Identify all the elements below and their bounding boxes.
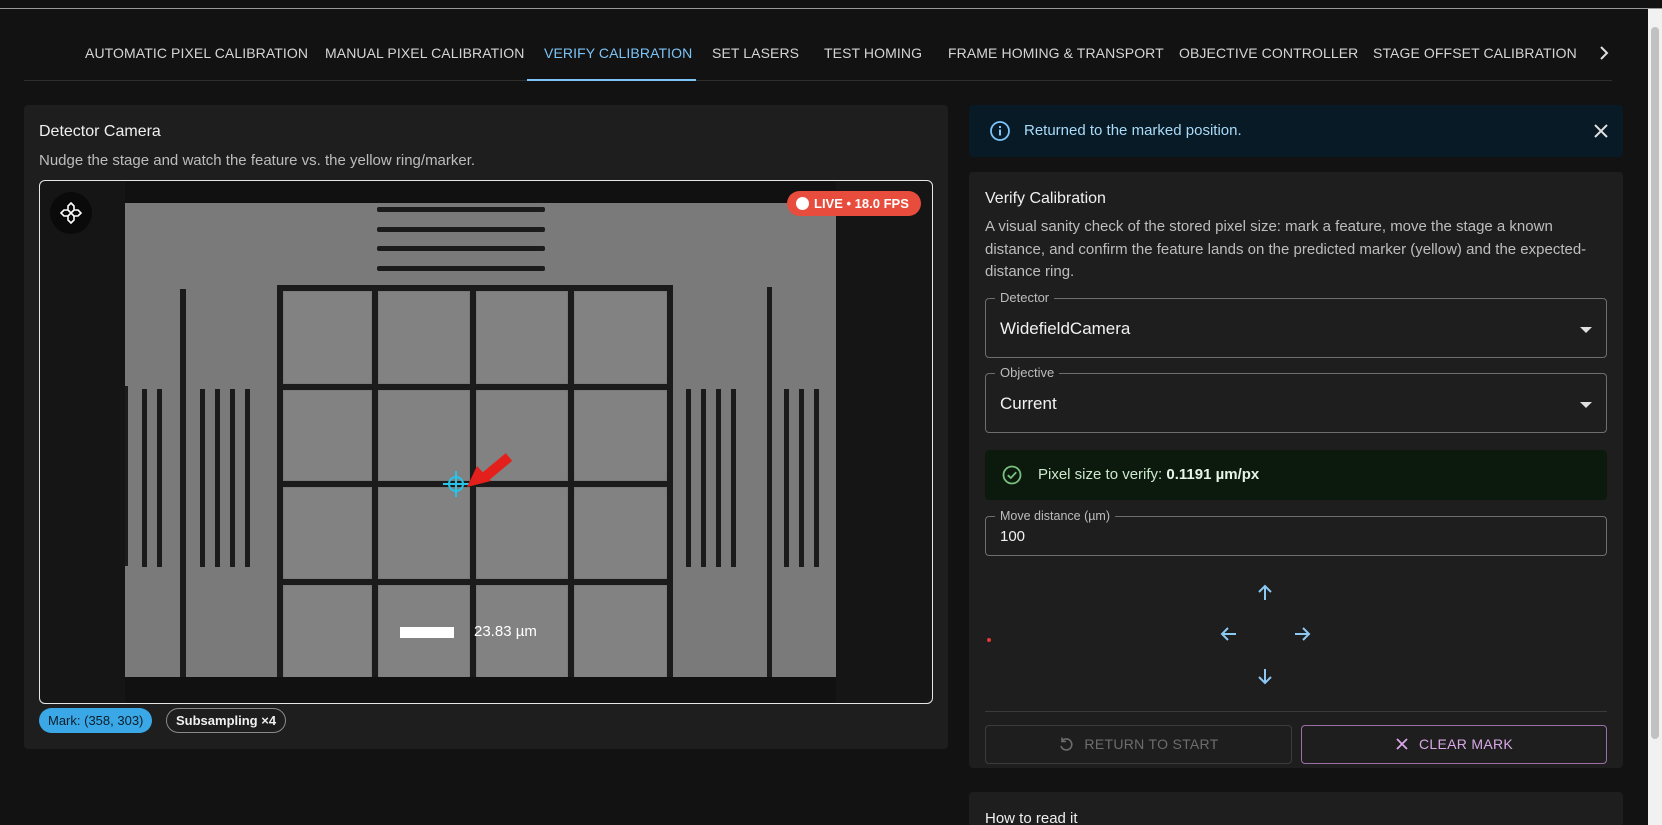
arrow-up-icon[interactable] (1252, 580, 1278, 606)
tab-automatic-pixel-calibration[interactable]: AUTOMATIC PIXEL CALIBRATION (85, 28, 308, 80)
tab-set-lasers[interactable]: SET LASERS (712, 28, 799, 80)
detector-value: WidefieldCamera (1000, 319, 1131, 338)
window-top-border (0, 8, 1662, 9)
close-icon (1396, 738, 1408, 750)
alert-message: Returned to the marked position. (1024, 122, 1242, 139)
verify-calibration-card: Verify Calibration A visual sanity check… (969, 172, 1623, 768)
how-to-read-title: How to read it (985, 810, 1078, 825)
gamepad-icon[interactable] (50, 192, 92, 234)
move-distance-value: 100 (1000, 528, 1026, 545)
arrow-right-icon[interactable] (1289, 621, 1315, 647)
tab-verify-calibration[interactable]: VERIFY CALIBRATION (544, 28, 692, 80)
panel-subtitle: Nudge the stage and watch the feature vs… (39, 152, 476, 169)
return-to-start-button[interactable]: RETURN TO START (985, 725, 1292, 764)
record-dot-icon (796, 197, 809, 210)
scale-bar (400, 627, 454, 638)
caret-down-icon (1580, 402, 1592, 408)
status-dot (987, 638, 991, 642)
objective-value: Current (1000, 394, 1057, 413)
page-scrollbar[interactable] (1648, 9, 1662, 825)
objective-label: Objective (995, 365, 1060, 380)
mark-chip[interactable]: Mark: (358, 303) (39, 708, 153, 733)
divider (985, 711, 1607, 712)
tab-test-homing[interactable]: TEST HOMING (824, 28, 922, 80)
tab-stage-offset-calibration[interactable]: STAGE OFFSET CALIBRATION (1373, 28, 1577, 80)
move-distance-label: Move distance (µm) (995, 509, 1116, 523)
camera-view[interactable]: LIVE • 18.0 FPS 23.83 µm (39, 180, 933, 704)
card-title: Verify Calibration (985, 190, 1106, 207)
scrollbar-thumb[interactable] (1651, 27, 1659, 739)
arrow-down-icon[interactable] (1252, 663, 1278, 689)
clear-mark-button[interactable]: CLEAR MARK (1301, 725, 1607, 764)
detector-select[interactable]: Detector WidefieldCamera (985, 290, 1607, 358)
panel-title: Detector Camera (39, 123, 161, 140)
tab-objective-controller[interactable]: OBJECTIVE CONTROLLER (1179, 28, 1358, 80)
scale-bar-label: 23.83 µm (474, 623, 537, 640)
arrow-left-icon[interactable] (1216, 621, 1242, 647)
caret-down-icon (1580, 327, 1592, 333)
chevron-right-icon[interactable] (1590, 40, 1618, 68)
tab-frame-homing-transport[interactable]: FRAME HOMING & TRANSPORT (948, 28, 1164, 80)
check-circle-icon (1002, 465, 1022, 485)
tab-bar: AUTOMATIC PIXEL CALIBRATION MANUAL PIXEL… (24, 28, 1612, 81)
info-alert: Returned to the marked position. (969, 105, 1623, 157)
detector-label: Detector (995, 290, 1055, 305)
objective-select[interactable]: Objective Current (985, 365, 1607, 433)
close-icon[interactable] (1589, 119, 1613, 143)
tab-manual-pixel-calibration[interactable]: MANUAL PIXEL CALIBRATION (325, 28, 525, 80)
pixel-size-alert: Pixel size to verify: 0.1191 µm/px (985, 450, 1607, 500)
detector-camera-panel: Detector Camera Nudge the stage and watc… (24, 105, 948, 749)
info-icon (990, 121, 1010, 141)
pixel-size-prefix: Pixel size to verify: (1038, 466, 1167, 483)
how-to-read-card: How to read it (969, 792, 1623, 825)
undo-icon (1060, 737, 1073, 752)
live-badge: LIVE • 18.0 FPS (787, 191, 921, 216)
subsampling-chip[interactable]: Subsampling ×4 (166, 708, 287, 733)
pixel-size-value: 0.1191 µm/px (1166, 466, 1260, 483)
card-description: A visual sanity check of the stored pixe… (985, 218, 1587, 280)
active-tab-indicator (527, 79, 696, 81)
move-distance-input[interactable]: Move distance (µm) 100 (985, 509, 1607, 556)
